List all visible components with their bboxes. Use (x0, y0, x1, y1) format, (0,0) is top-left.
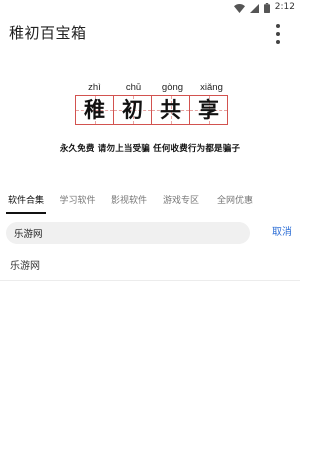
menu-dot (276, 32, 280, 36)
logo-char-box: 享 (189, 95, 228, 125)
logo-pinyin: chū (125, 82, 142, 93)
logo-pinyin-row: zhì chū gòng xiǎng (75, 82, 231, 94)
status-icons: 2:12 (233, 1, 295, 13)
tab-deals[interactable]: 全网优惠 (207, 192, 263, 214)
list-item[interactable]: 乐游网 (0, 253, 300, 281)
logo-char: 共 (160, 97, 181, 122)
tab-game-zone[interactable]: 游戏专区 (155, 192, 207, 214)
logo-pinyin: gòng (161, 82, 184, 93)
tab-software-collection[interactable]: 软件合集 (0, 192, 52, 214)
menu-dot (276, 24, 280, 28)
app-title: 稚初百宝箱 (9, 24, 87, 42)
logo-char: 享 (198, 97, 219, 122)
logo-char: 稚 (84, 97, 105, 122)
logo-char-box: 稚 (75, 95, 114, 125)
logo-char: 初 (122, 97, 143, 122)
tab-video-software[interactable]: 影视软件 (103, 192, 155, 214)
category-tabs: 软件合集 学习软件 影视软件 游戏专区 全网优惠 (0, 192, 300, 214)
status-time: 2:12 (274, 2, 295, 12)
banner: zhì chū gòng xiǎng 稚 初 共 享 永久免费 请勿上当受骗 任… (0, 54, 300, 184)
search-input[interactable] (6, 222, 250, 244)
cancel-button[interactable]: 取消 (272, 225, 292, 241)
tab-study-software[interactable]: 学习软件 (52, 192, 103, 214)
menu-dot (276, 40, 280, 44)
status-bar: 2:12 (0, 0, 300, 14)
app-bar: 稚初百宝箱 (0, 14, 300, 54)
search-row: 取消 (0, 221, 300, 247)
logo-pinyin: zhì (88, 82, 101, 93)
logo-hanzi-row: 稚 初 共 享 (75, 95, 231, 125)
logo-char-box: 共 (151, 95, 190, 125)
logo-pinyin: xiǎng (200, 82, 223, 93)
logo-char-box: 初 (113, 95, 152, 125)
logo: zhì chū gòng xiǎng 稚 初 共 享 (75, 82, 231, 126)
more-vert-icon[interactable] (270, 22, 286, 46)
search-results: 乐游网 (0, 253, 300, 281)
slogan: 永久免费 请勿上当受骗 任何收费行为都是骗子 (59, 144, 241, 154)
